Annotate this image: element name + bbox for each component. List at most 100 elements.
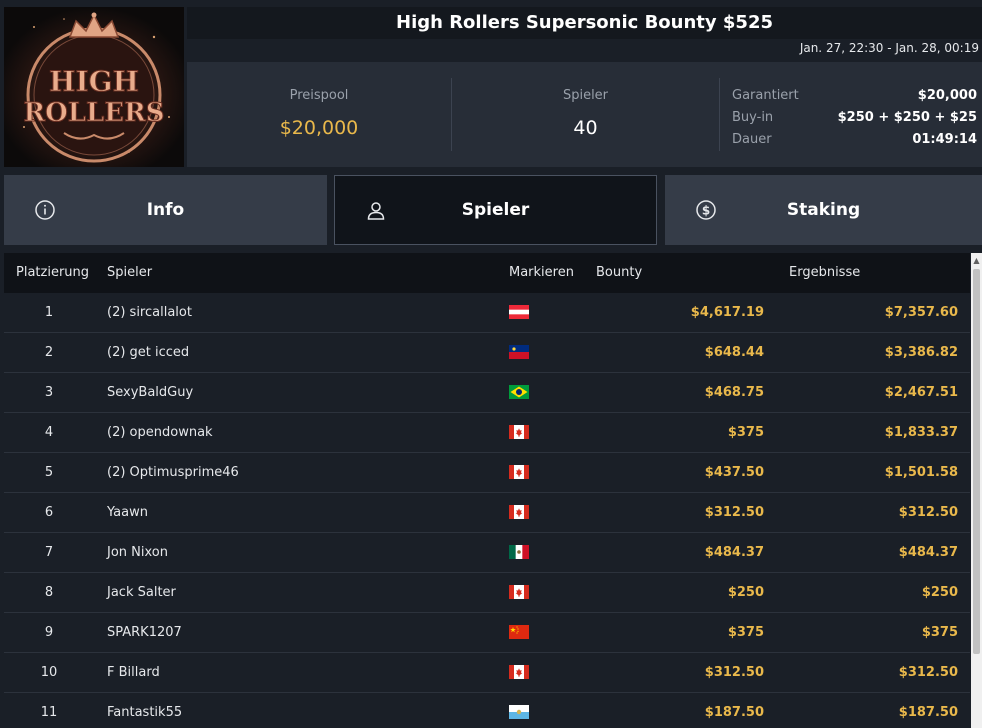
table-row[interactable]: 2 (2) get icced $648.44 $3,386.82 [4, 333, 970, 373]
table-row[interactable]: 11 Fantastik55 $187.50 $187.50 [4, 693, 970, 728]
player-name-cell[interactable]: SexyBaldGuy [107, 373, 193, 413]
prize-pool-stat: Preispool $20,000 [187, 62, 451, 167]
players-table: Platzierung Spieler Markieren Bounty Erg… [4, 253, 970, 728]
canada-flag-icon [509, 465, 529, 479]
rank-cell: 2 [44, 345, 54, 360]
detail-row-guaranteed: Garantiert $20,000 [732, 84, 977, 106]
rank-cell: 8 [44, 585, 54, 600]
player-name-cell[interactable]: Jack Salter [107, 573, 176, 613]
bounty-cell: $375 [727, 625, 764, 640]
player-name-cell[interactable]: (2) Optimusprime46 [107, 453, 239, 493]
player-name-cell[interactable]: Yaawn [107, 493, 148, 533]
players-stat: Spieler 40 [452, 62, 719, 167]
rank-cell: 3 [44, 385, 54, 400]
rank-cell: 4 [44, 425, 54, 440]
result-cell: $187.50 [898, 705, 958, 720]
table-row[interactable]: 10 F Billard $312.50 $312.50 [4, 653, 970, 693]
result-cell: $312.50 [898, 505, 958, 520]
tab-info-label: Info [146, 200, 185, 220]
player-name-cell[interactable]: Jon Nixon [107, 533, 168, 573]
tab-staking-label: Staking [786, 200, 861, 220]
prize-pool-value: $20,000 [279, 117, 359, 139]
bounty-cell: $250 [727, 585, 764, 600]
detail-value: $20,000 [917, 87, 977, 103]
table-row[interactable]: 1 (2) sircallalot $4,617.19 $7,357.60 [4, 293, 970, 333]
info-icon [34, 199, 56, 221]
detail-value: 01:49:14 [912, 131, 977, 147]
tab-info[interactable]: Info [4, 175, 327, 245]
logo-text-high: HIGH [49, 65, 139, 98]
liechtenstein-flag-icon [509, 345, 529, 359]
rank-cell: 10 [40, 665, 58, 680]
scrollbar[interactable]: ▲ [971, 253, 982, 728]
prize-pool-label: Preispool [289, 88, 349, 103]
player-name-cell[interactable]: (2) opendownak [107, 413, 213, 453]
table-row[interactable]: 9 SPARK1207 $375 $375 [4, 613, 970, 653]
brazil-flag-icon [509, 385, 529, 399]
player-name-cell[interactable]: (2) sircallalot [107, 293, 192, 333]
header-results[interactable]: Ergebnisse [789, 253, 860, 293]
table-row[interactable]: 5 (2) Optimusprime46 $437.50 $1,501.58 [4, 453, 970, 493]
bounty-cell: $4,617.19 [690, 305, 764, 320]
bounty-cell: $437.50 [704, 465, 764, 480]
table-row[interactable]: 3 SexyBaldGuy $468.75 $2,467.51 [4, 373, 970, 413]
tournament-date-range: Jan. 27, 22:30 - Jan. 28, 00:19 [799, 41, 979, 55]
tab-players-label: Spieler [461, 200, 530, 220]
header-player[interactable]: Spieler [107, 253, 152, 293]
table-row[interactable]: 4 (2) opendownak $375 $1,833.37 [4, 413, 970, 453]
tab-players[interactable]: Spieler [334, 175, 657, 245]
detail-label: Dauer [732, 131, 772, 147]
result-cell: $312.50 [898, 665, 958, 680]
canada-flag-icon [509, 665, 529, 679]
player-name-cell[interactable]: F Billard [107, 653, 160, 693]
rank-cell: 5 [44, 465, 54, 480]
rank-cell: 9 [44, 625, 54, 640]
player-name-cell[interactable]: (2) get icced [107, 333, 189, 373]
table-header: Platzierung Spieler Markieren Bounty Erg… [4, 253, 970, 293]
bounty-cell: $484.37 [704, 545, 764, 560]
china-flag-icon [509, 625, 529, 639]
rank-cell: 1 [44, 305, 54, 320]
rank-cell: 6 [44, 505, 54, 520]
canada-flag-icon [509, 425, 529, 439]
bounty-cell: $312.50 [704, 665, 764, 680]
tournament-title: High Rollers Supersonic Bounty $525 [396, 12, 773, 33]
divider [719, 78, 720, 151]
scroll-up-arrow-icon[interactable]: ▲ [971, 253, 982, 267]
detail-label: Buy-in [732, 109, 774, 125]
detail-row-buy-in: Buy-in $250 + $250 + $25 [732, 106, 977, 128]
players-value: 40 [573, 117, 598, 139]
header-rank[interactable]: Platzierung [16, 253, 89, 293]
result-cell: $1,501.58 [884, 465, 958, 480]
header-mark[interactable]: Markieren [509, 253, 574, 293]
rank-cell: 11 [40, 705, 58, 720]
players-label: Spieler [562, 88, 609, 103]
result-cell: $1,833.37 [884, 425, 958, 440]
user-icon [365, 200, 387, 222]
rank-cell: 7 [44, 545, 54, 560]
tab-staking[interactable]: $ Staking [665, 175, 982, 245]
table-row[interactable]: 8 Jack Salter $250 $250 [4, 573, 970, 613]
result-cell: $484.37 [898, 545, 958, 560]
bounty-cell: $648.44 [704, 345, 764, 360]
logo-text-rollers: ROLLERS [23, 98, 164, 128]
stats-panel: Preispool $20,000 Spieler 40 Garantiert … [187, 62, 982, 167]
bounty-cell: $312.50 [704, 505, 764, 520]
bounty-cell: $187.50 [704, 705, 764, 720]
table-row[interactable]: 7 Jon Nixon $484.37 $484.37 [4, 533, 970, 573]
tournament-details: Garantiert $20,000 Buy-in $250 + $250 + … [732, 84, 977, 150]
result-cell: $3,386.82 [884, 345, 958, 360]
table-body: 1 (2) sircallalot $4,617.19 $7,357.60 2 (2) g… [4, 293, 970, 728]
detail-value: $250 + $250 + $25 [837, 109, 977, 125]
bounty-cell: $468.75 [704, 385, 764, 400]
table-row[interactable]: 6 Yaawn $312.50 $312.50 [4, 493, 970, 533]
austria-flag-icon [509, 305, 529, 319]
san-marino-flag-icon [509, 705, 529, 719]
player-name-cell[interactable]: SPARK1207 [107, 613, 182, 653]
player-name-cell[interactable]: Fantastik55 [107, 693, 182, 728]
canada-flag-icon [509, 585, 529, 599]
scroll-thumb[interactable] [973, 269, 980, 654]
detail-label: Garantiert [732, 87, 799, 103]
header-bounty[interactable]: Bounty [596, 253, 642, 293]
svg-text:$: $ [702, 204, 710, 218]
